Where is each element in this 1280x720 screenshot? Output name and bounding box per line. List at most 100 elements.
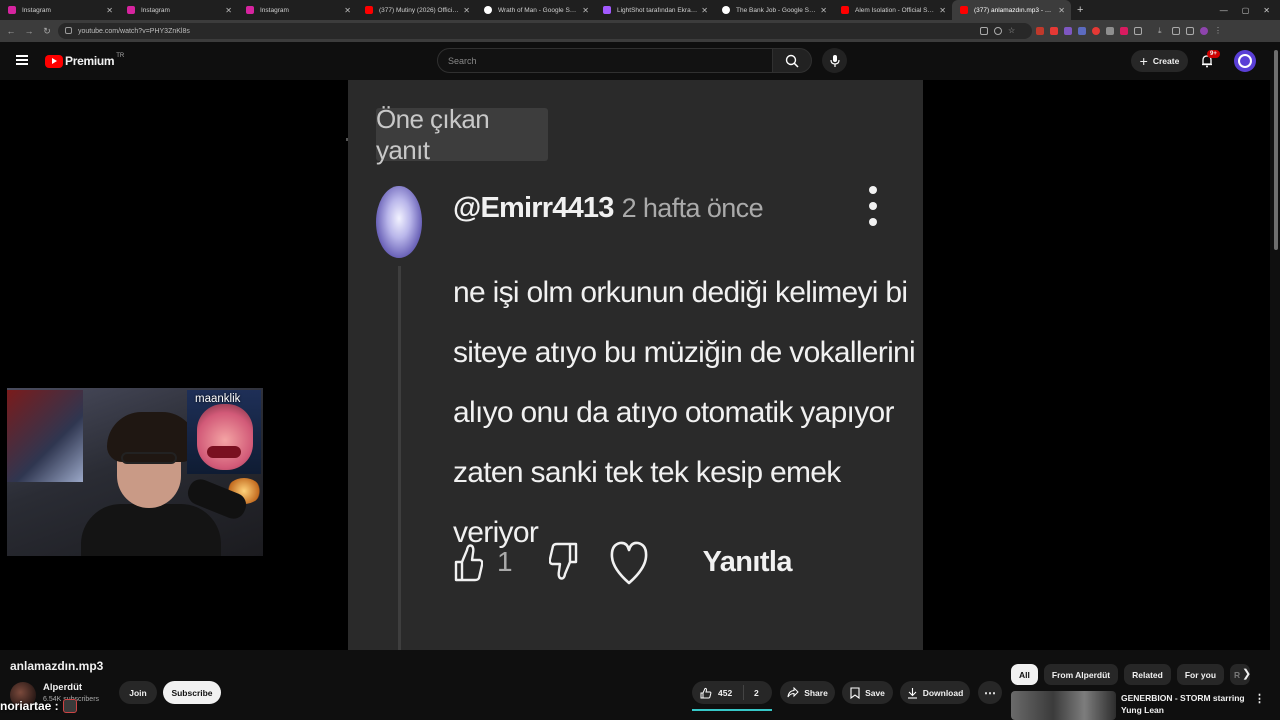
microphone-icon <box>829 54 840 67</box>
forward-icon[interactable]: → <box>22 26 36 36</box>
recommended-video-title[interactable]: GENERBION - STORM starring Yung Lean <box>1121 692 1245 716</box>
voice-search-button[interactable] <box>822 48 847 73</box>
tab-title: Alem Isolation - Official Seque <box>855 6 936 14</box>
tab-close-icon[interactable]: ✕ <box>225 6 232 15</box>
thumbs-down-icon <box>548 542 577 580</box>
tab-close-icon[interactable]: ✕ <box>463 6 470 15</box>
join-button[interactable]: Join <box>119 681 157 704</box>
chip-all[interactable]: All <box>1011 664 1038 685</box>
create-button[interactable]: + Create <box>1131 50 1188 72</box>
save-label: Save <box>865 687 885 698</box>
search-button[interactable] <box>772 48 812 73</box>
chat-overlay-message: noriartae : <box>0 699 77 713</box>
tab-close-icon[interactable]: ✕ <box>1058 6 1065 15</box>
tab-close-icon[interactable]: ✕ <box>820 6 827 15</box>
thumbs-up-icon <box>454 544 483 582</box>
menu-hamburger-icon[interactable] <box>16 55 28 65</box>
browser-tab[interactable]: Wrath of Man - Google Search ✕ <box>476 0 595 20</box>
streamer-webcam: maanklik <box>7 388 263 556</box>
close-window-icon[interactable]: ✕ <box>1263 6 1270 15</box>
scrollbar-thumb[interactable] <box>1274 50 1278 250</box>
browser-tab[interactable]: Instagram ✕ <box>0 0 119 20</box>
plus-icon: + <box>1139 53 1148 69</box>
zoom-icon[interactable] <box>994 27 1002 35</box>
download-icon[interactable]: ⤓ <box>1158 27 1166 35</box>
minimize-icon[interactable]: — <box>1220 6 1228 15</box>
recommendation-more-icon[interactable]: ⋮ <box>1254 692 1265 705</box>
browser-tab[interactable]: (377) Mutiny (2026) Official Tra ✕ <box>357 0 476 20</box>
cast-icon[interactable] <box>980 27 988 35</box>
recommended-video-thumbnail[interactable] <box>1011 691 1116 720</box>
wall-poster <box>7 390 83 482</box>
extensions-puzzle-icon[interactable] <box>1134 27 1142 35</box>
extension-icon[interactable] <box>1064 27 1072 35</box>
browser-tab[interactable]: Instagram ✕ <box>238 0 357 20</box>
back-icon[interactable]: ← <box>4 26 18 36</box>
download-label: Download <box>922 687 964 698</box>
extension-icon[interactable] <box>1050 27 1058 35</box>
tab-close-icon[interactable]: ✕ <box>106 6 113 15</box>
chip-related[interactable]: Related <box>1124 664 1171 685</box>
google-favicon-icon <box>484 6 492 14</box>
tab-close-icon[interactable]: ✕ <box>344 6 351 15</box>
sidepanel-icon[interactable] <box>1186 27 1194 35</box>
chip-from-channel[interactable]: From Alperdüt <box>1043 664 1119 685</box>
browser-tab[interactable]: Alem Isolation - Official Seque ✕ <box>833 0 952 20</box>
chip-for-you[interactable]: For you <box>1176 664 1225 685</box>
page-scrollbar[interactable] <box>1272 42 1280 720</box>
address-bar[interactable]: youtube.com/watch?v=PHY3ZnKl8s <box>58 23 1032 39</box>
reply-label: Yanıtla <box>702 545 793 578</box>
search-input[interactable]: Search <box>437 48 773 73</box>
dislike-count: 2 <box>754 687 759 698</box>
chat-username: noriartae : <box>0 699 59 713</box>
like-button[interactable]: 452 <box>692 685 744 700</box>
webcam-inset: maanklik <box>187 390 261 474</box>
new-tab-icon[interactable]: + <box>1077 4 1083 16</box>
tab-title: (377) Mutiny (2026) Official Tra <box>379 6 459 14</box>
youtube-logo[interactable]: Premium TR <box>45 53 124 68</box>
inset-caption: maanklik <box>195 393 241 405</box>
tab-title: Instagram <box>141 6 170 14</box>
tab-title: LightShot tarafından Ekran Gö <box>617 6 698 14</box>
extension-icon[interactable] <box>1078 27 1086 35</box>
browser-menu-icon[interactable]: ⋮ <box>1214 27 1222 35</box>
comment-more-icon <box>868 186 878 236</box>
extension-icon[interactable] <box>1092 27 1100 35</box>
share-button[interactable]: Share <box>780 681 835 704</box>
account-avatar[interactable] <box>1234 50 1256 72</box>
site-info-icon[interactable] <box>65 27 72 34</box>
tab-title: The Bank Job - Google Search <box>736 6 817 14</box>
url-text: youtube.com/watch?v=PHY3ZnKl8s <box>78 27 190 35</box>
browser-tab[interactable]: LightShot tarafından Ekran Gö ✕ <box>595 0 714 20</box>
youtube-favicon-icon <box>841 6 849 14</box>
subscribe-button[interactable]: Subscribe <box>163 681 221 704</box>
reading-list-icon[interactable] <box>1172 27 1180 35</box>
browser-toolbar: ← → ↻ youtube.com/watch?v=PHY3ZnKl8s ☆ ⤓… <box>0 20 1280 42</box>
dislike-button[interactable]: 2 <box>744 688 759 698</box>
browser-tab-active[interactable]: (377) anlamazdın.mp3 - YouTub ✕ <box>952 0 1071 20</box>
lightshot-favicon-icon <box>603 6 611 14</box>
extension-icon[interactable] <box>1036 27 1044 35</box>
profile-avatar-icon[interactable] <box>1200 27 1208 35</box>
maximize-icon[interactable]: ▢ <box>1242 6 1250 15</box>
chevron-right-icon[interactable]: ❯ <box>1242 667 1251 680</box>
extension-icon[interactable] <box>1106 27 1114 35</box>
tab-close-icon[interactable]: ✕ <box>939 6 946 15</box>
browser-tab[interactable]: Instagram ✕ <box>119 0 238 20</box>
browser-tab[interactable]: The Bank Job - Google Search✕ <box>714 0 833 20</box>
tab-title: Instagram <box>260 6 289 14</box>
more-actions-icon[interactable]: ⋯ <box>978 681 1002 704</box>
reload-icon[interactable]: ↻ <box>40 26 54 37</box>
window-controls: — ▢ ✕ <box>1220 0 1280 20</box>
video-player[interactable]: Öne çıkan yanıt @Emirr4413 2 hafta önce … <box>0 80 1270 650</box>
channel-name[interactable]: Alperdüt <box>43 682 82 693</box>
comment-time: 2 hafta önce <box>621 193 764 223</box>
bookmark-star-icon[interactable]: ☆ <box>1008 27 1016 35</box>
download-button[interactable]: Download <box>900 681 970 704</box>
comment-actions: 1 Yanıtla <box>453 534 792 590</box>
tab-close-icon[interactable]: ✕ <box>582 6 589 15</box>
save-button[interactable]: Save <box>842 681 893 704</box>
extension-icon[interactable] <box>1120 27 1128 35</box>
search-icon <box>785 54 799 68</box>
tab-close-icon[interactable]: ✕ <box>701 6 708 15</box>
